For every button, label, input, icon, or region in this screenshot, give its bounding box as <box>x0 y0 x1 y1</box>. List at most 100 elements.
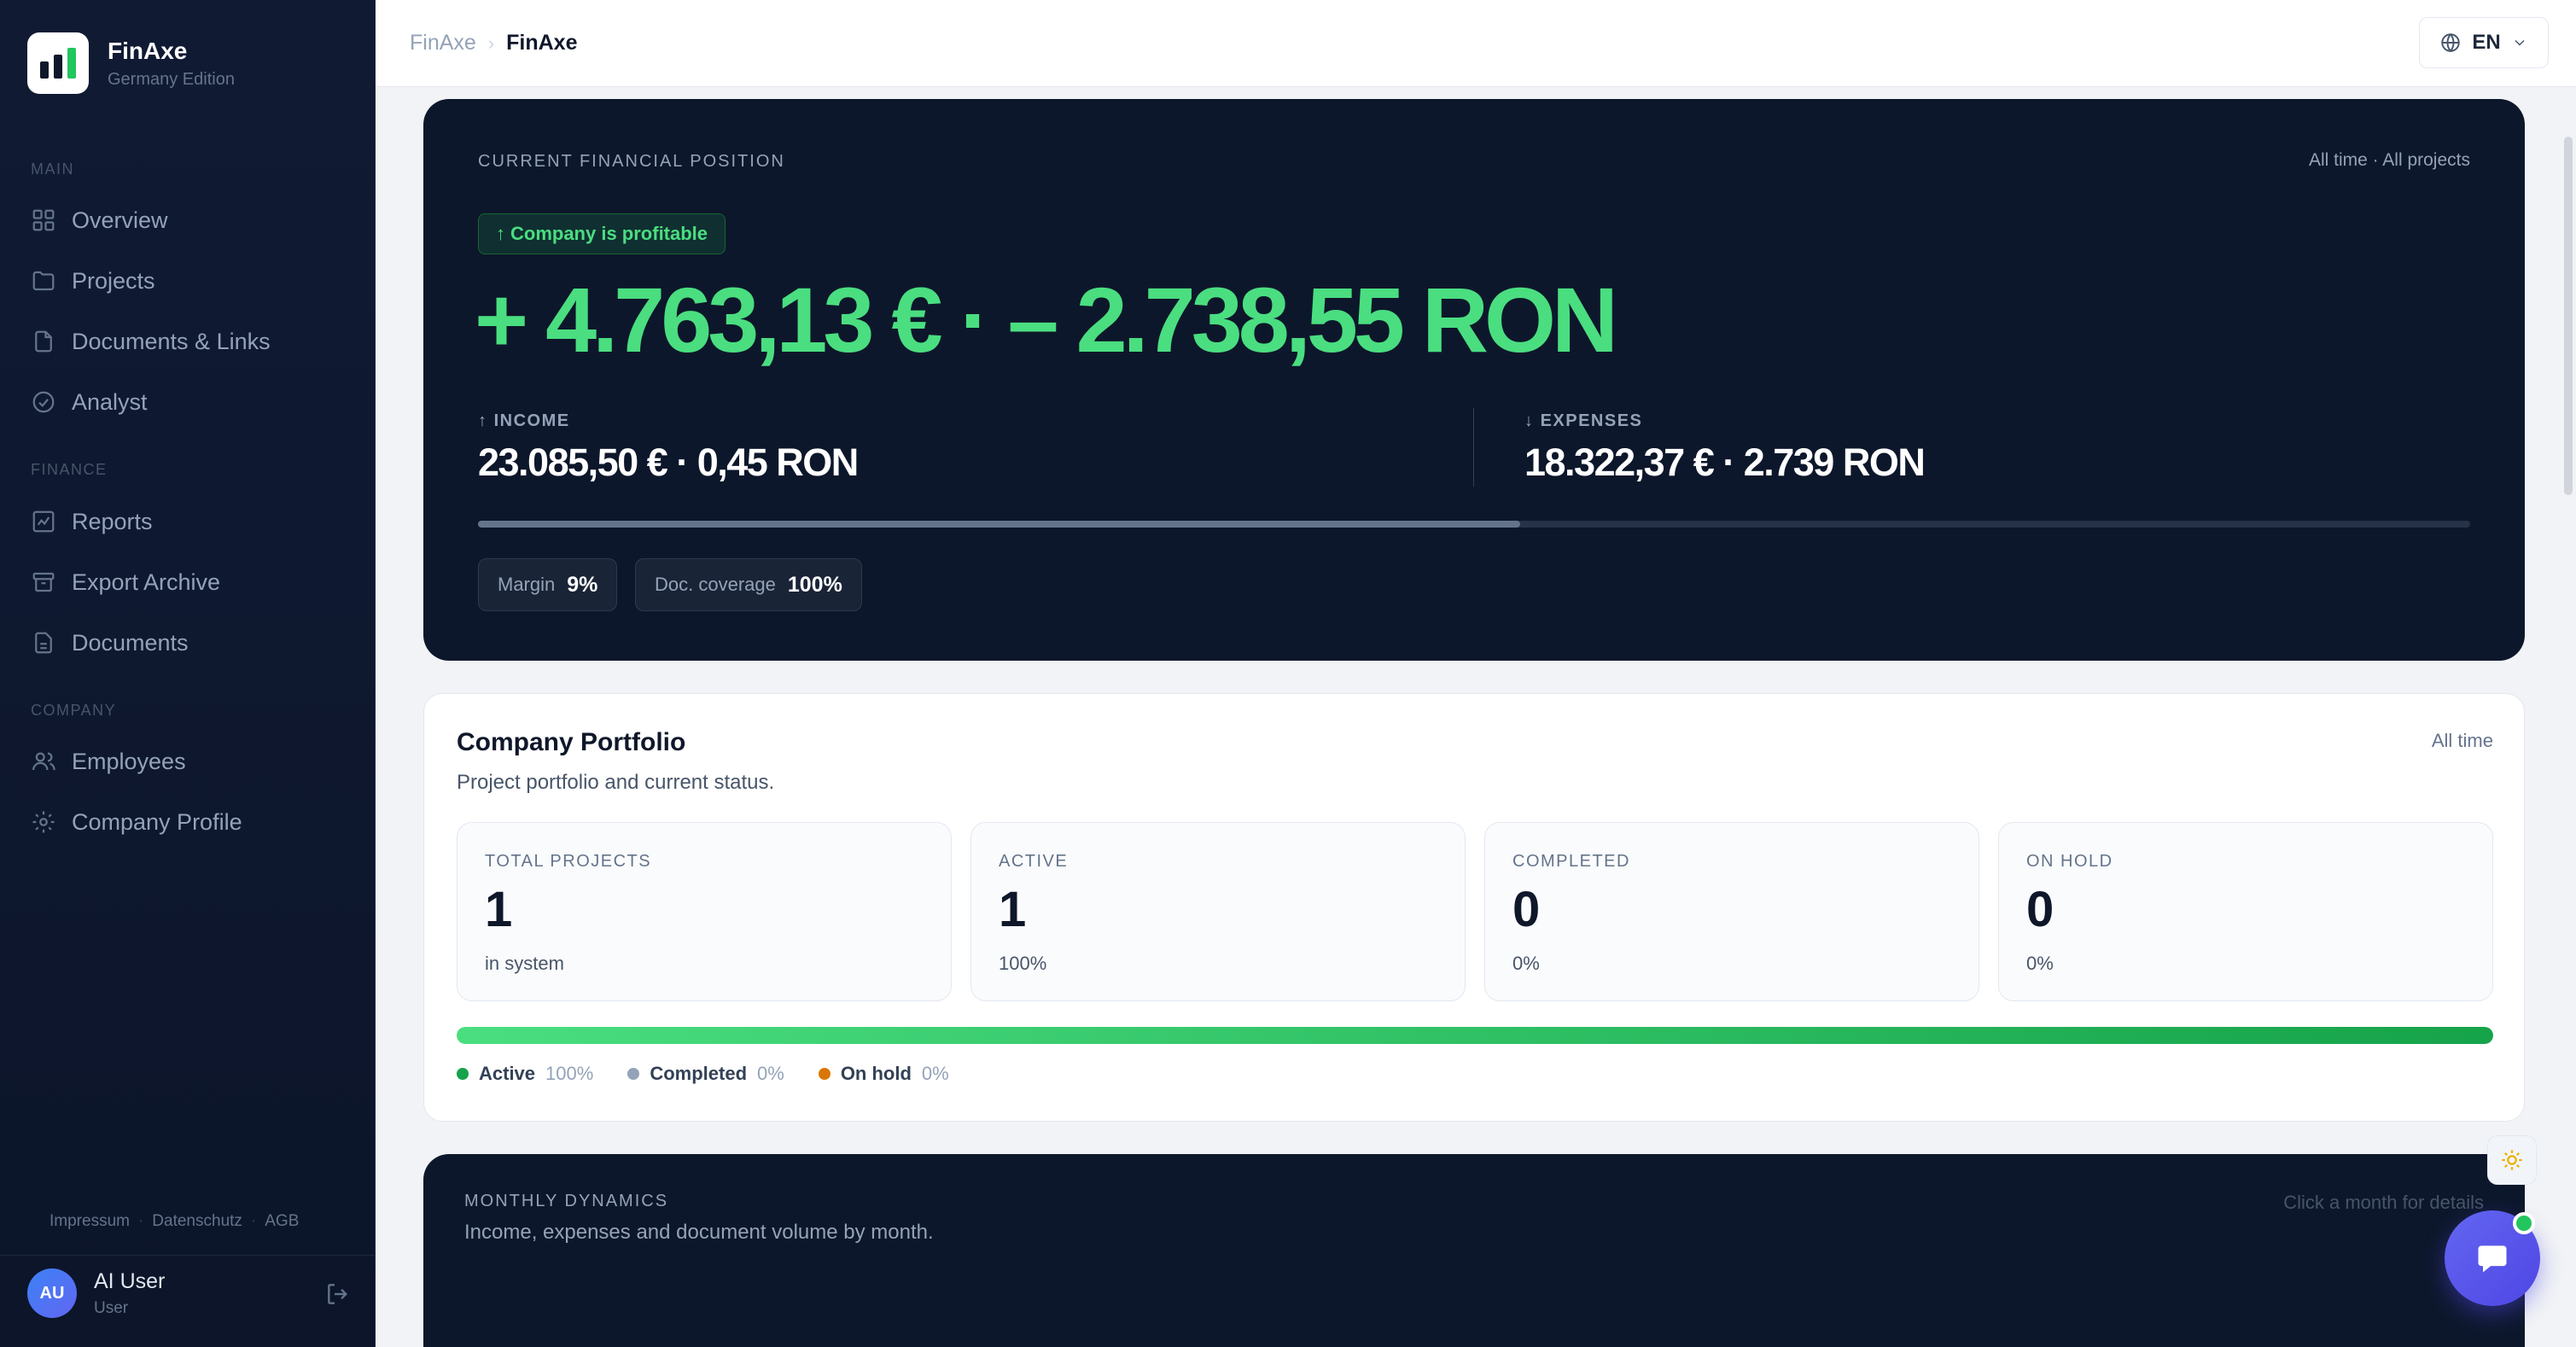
monthly-dynamics-label: MONTHLY DYNAMICS <box>464 1192 669 1210</box>
breadcrumb-current: FinAxe <box>506 31 578 55</box>
language-select[interactable]: EN <box>2419 17 2549 68</box>
brand-name: FinAxe <box>108 37 188 64</box>
nav-item-label: Overview <box>72 207 168 233</box>
folder-icon <box>32 271 55 291</box>
legend-name: Active <box>479 1063 536 1084</box>
income-label: ↑ INCOME <box>478 411 570 431</box>
monthly-dynamics-card: MONTHLY DYNAMICS Income, expenses and do… <box>423 1154 2525 1347</box>
stat-note: 0% <box>2026 953 2054 974</box>
stat-value: 1 <box>999 882 1027 937</box>
file-icon <box>35 330 52 353</box>
legend-on-hold: On hold 0% <box>818 1063 949 1085</box>
check-circle-icon <box>32 391 55 413</box>
nav-item-overview[interactable]: Overview <box>31 201 168 239</box>
nav-item-analyst[interactable]: Analyst <box>31 383 148 421</box>
expenses-label: ↓ EXPENSES <box>1524 411 1642 431</box>
income-progress-fill <box>478 521 1520 528</box>
income-value: 23.085,50 € · 0,45 RON <box>478 440 859 484</box>
nav-item-label: Export Archive <box>72 569 221 595</box>
sun-icon <box>2502 1150 2522 1170</box>
users-icon <box>32 752 55 771</box>
impressum-link[interactable]: Impressum <box>50 1212 130 1231</box>
stat-active[interactable]: ACTIVE 1 100% <box>970 822 1466 1001</box>
logout-button[interactable] <box>324 1280 352 1312</box>
margin-label: Margin <box>498 574 556 595</box>
sidebar-divider <box>0 1255 376 1256</box>
archive-icon <box>32 572 55 592</box>
legend-dot <box>627 1068 640 1080</box>
nav-item-employees[interactable]: Employees <box>31 743 186 780</box>
nav-item-label: Reports <box>72 508 153 534</box>
breadcrumb: FinAxe › FinAxe <box>410 31 578 55</box>
stat-total-projects[interactable]: TOTAL PROJECTS 1 in system <box>457 822 952 1001</box>
legend-pct: 0% <box>921 1063 949 1084</box>
nav-item-label: Analyst <box>72 388 148 415</box>
nav-item-label: Employees <box>72 748 186 774</box>
stat-value: 0 <box>1512 882 1541 937</box>
arrow-down-icon: ↓ <box>1524 411 1541 430</box>
nav-item-reports[interactable]: Reports <box>31 503 153 540</box>
portfolio-status-bar <box>457 1027 2493 1044</box>
stat-label: COMPLETED <box>1512 852 1630 871</box>
stat-value: 1 <box>485 882 513 937</box>
agb-link[interactable]: AGB <box>265 1212 299 1231</box>
nav-item-projects[interactable]: Projects <box>31 262 155 300</box>
legend-pct: 0% <box>757 1063 784 1084</box>
stat-label: TOTAL PROJECTS <box>485 852 652 871</box>
legend-name: Completed <box>650 1063 748 1084</box>
portfolio-subtitle: Project portfolio and current status. <box>457 771 775 794</box>
stat-note: in system <box>485 953 564 974</box>
brand[interactable]: FinAxe Germany Edition <box>27 32 235 94</box>
net-position-value: + 4.763,13 € · – 2.738,55 RON <box>475 268 1618 371</box>
portfolio-legend: Active 100% Completed 0% On hold 0% <box>457 1063 949 1085</box>
chevron-right-icon: › <box>487 32 495 54</box>
breadcrumb-root[interactable]: FinAxe <box>410 31 476 55</box>
active-share-fill <box>457 1027 2493 1044</box>
portfolio-title: Company Portfolio <box>457 728 686 756</box>
nav-item-label: Company Profile <box>72 808 242 835</box>
gear-icon <box>32 811 55 833</box>
stat-note: 0% <box>1512 953 1540 974</box>
grid-icon <box>32 209 55 231</box>
legend-name: On hold <box>840 1063 912 1084</box>
income-expense-progress <box>478 521 2470 528</box>
monthly-dynamics-hint: Click a month for details <box>2283 1192 2484 1213</box>
stat-on-hold[interactable]: ON HOLD 0 0% <box>1998 822 2493 1001</box>
nav-item-company-profile[interactable]: Company Profile <box>31 803 242 841</box>
legend-active: Active 100% <box>457 1063 593 1085</box>
expenses-label-text: EXPENSES <box>1540 411 1643 430</box>
chart-icon <box>32 510 55 533</box>
stat-note: 100% <box>999 953 1047 974</box>
nav-item-export-archive[interactable]: Export Archive <box>31 563 220 601</box>
bar-chart-logo-icon <box>27 32 89 94</box>
nav-item-documents[interactable]: Documents <box>31 624 189 662</box>
legend-completed: Completed 0% <box>627 1063 784 1085</box>
theme-toggle-button[interactable] <box>2487 1135 2537 1185</box>
separator: · <box>250 1212 257 1230</box>
globe-icon <box>2441 33 2461 53</box>
stat-value: 0 <box>2026 882 2054 937</box>
chevron-down-icon <box>2515 39 2525 46</box>
nav-item-documents-links[interactable]: Documents & Links <box>31 323 271 360</box>
datenschutz-link[interactable]: Datenschutz <box>152 1212 242 1231</box>
stat-completed[interactable]: COMPLETED 0 0% <box>1484 822 1979 1001</box>
monthly-dynamics-subtitle: Income, expenses and document volume by … <box>464 1221 934 1244</box>
nav-item-label: Documents <box>72 629 189 656</box>
chat-icon <box>2478 1245 2507 1273</box>
legend-dot <box>457 1068 469 1080</box>
company-portfolio-card: Company Portfolio Project portfolio and … <box>423 693 2525 1122</box>
financial-position-card: CURRENT FINANCIAL POSITION All time · Al… <box>423 99 2525 661</box>
doc-coverage-label: Doc. coverage <box>655 574 776 595</box>
user-name: AI User <box>94 1268 166 1293</box>
scrollbar[interactable] <box>2564 137 2573 495</box>
nav-section-main: MAIN <box>31 160 74 178</box>
user-profile[interactable]: AU AI User User <box>27 1268 352 1318</box>
financial-position-label: CURRENT FINANCIAL POSITION <box>478 152 785 171</box>
margin-chip: Margin 9% <box>478 558 618 611</box>
document-icon <box>35 632 52 654</box>
logout-icon <box>328 1284 348 1304</box>
arrow-up-icon: ↑ <box>496 223 505 244</box>
topbar: FinAxe › FinAxe EN <box>376 0 2576 87</box>
status-badge-label: Company is profitable <box>510 223 708 244</box>
nav-section-company: COMPANY <box>31 702 117 719</box>
